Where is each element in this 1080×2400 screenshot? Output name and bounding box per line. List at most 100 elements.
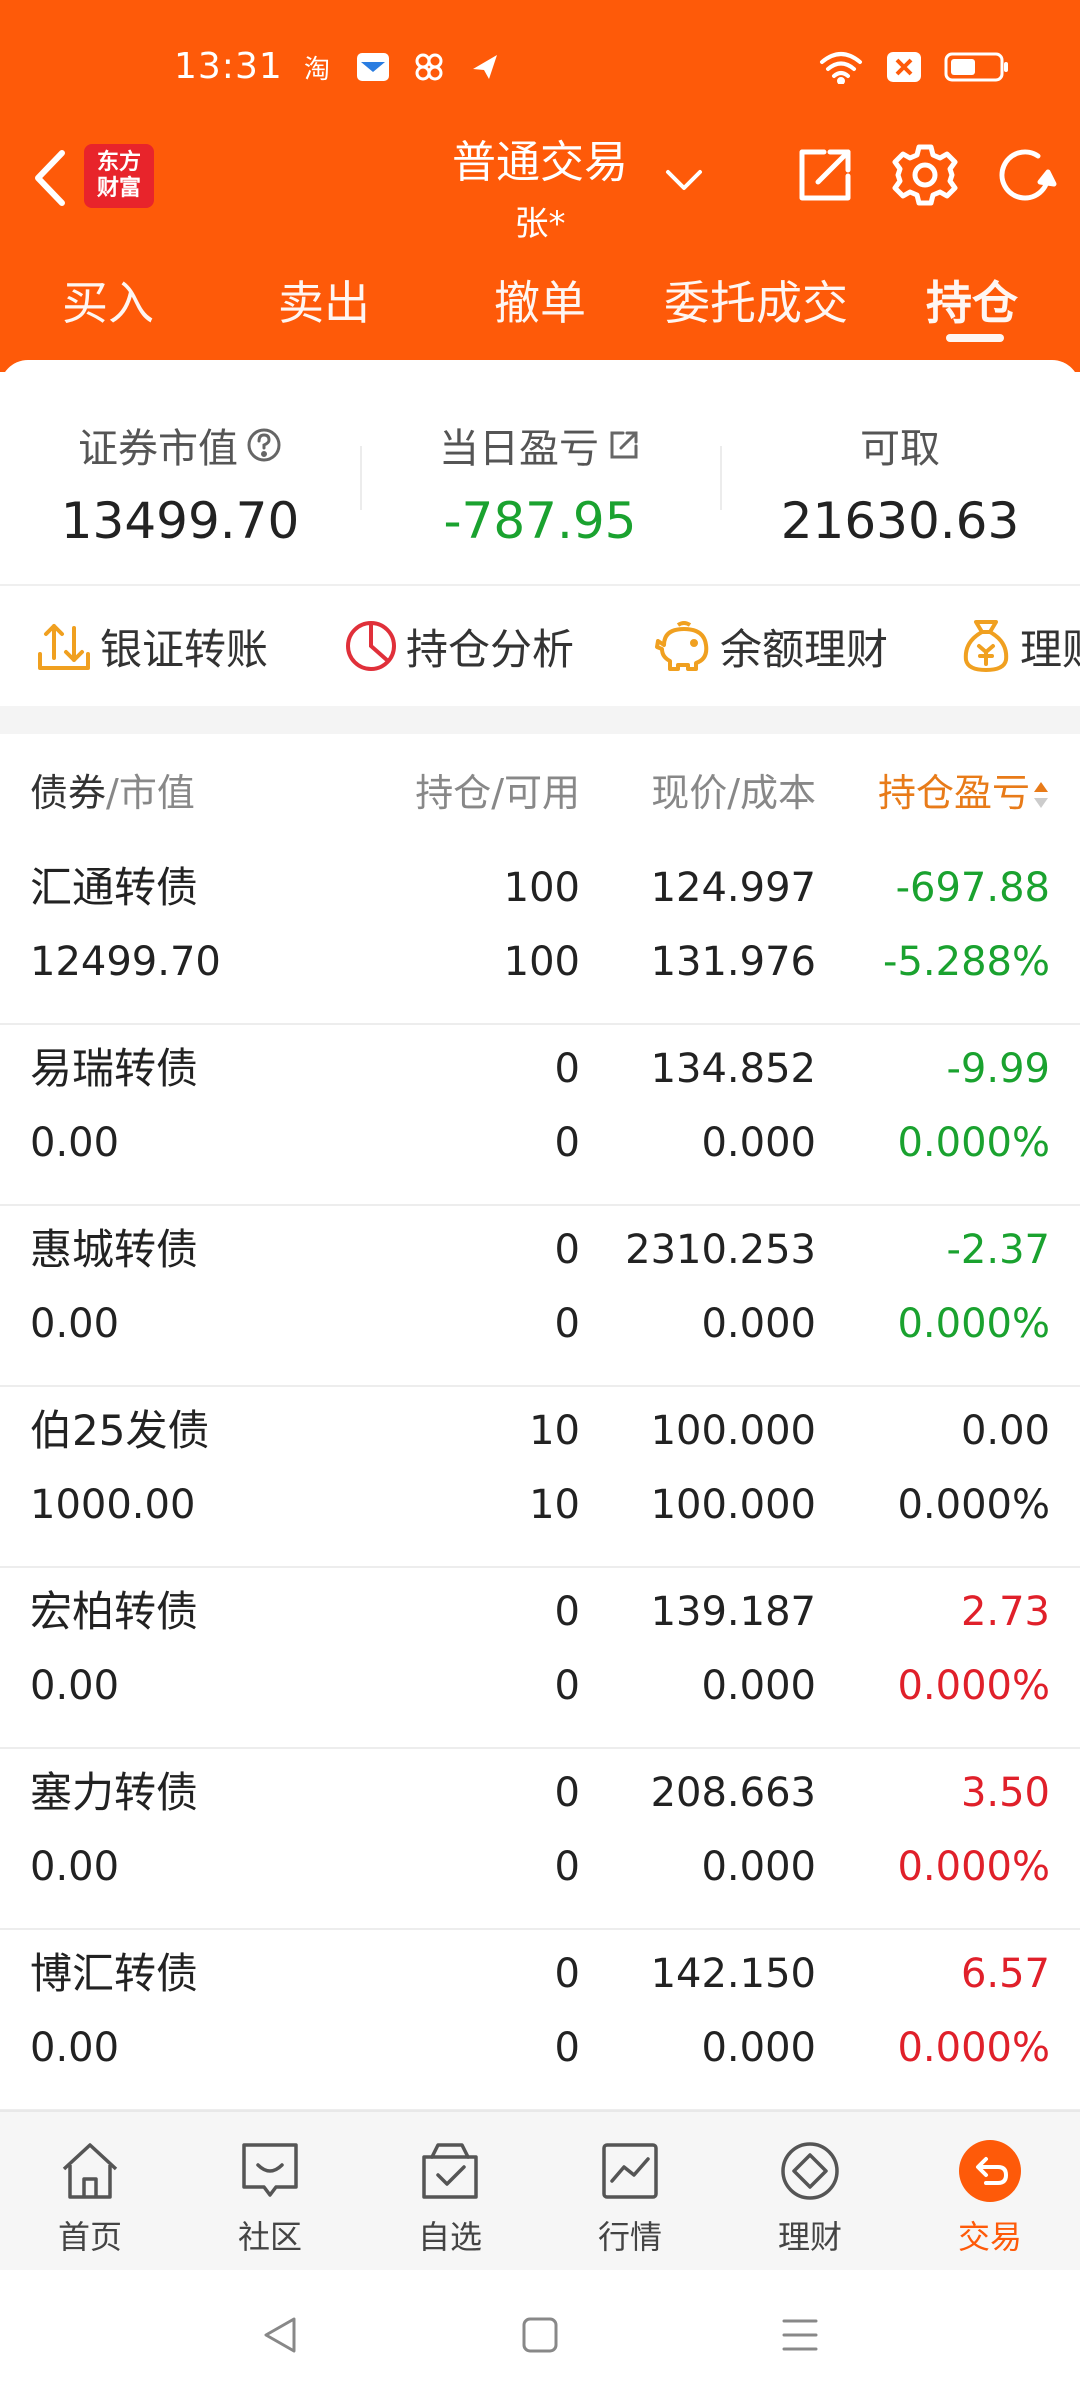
pnl-percent: -5.288% <box>883 939 1050 985</box>
nav-market[interactable]: 行情 <box>540 2112 720 2272</box>
hold-qty: 0 <box>554 1227 580 1273</box>
watchlist-icon <box>422 2143 478 2199</box>
chevron-down-icon[interactable] <box>662 158 706 202</box>
nav-wealth[interactable]: 理财 <box>720 2112 900 2272</box>
table-row[interactable]: 汇通转债 100 124.997 -697.88 12499.70 100 13… <box>0 844 1080 1025</box>
nav-home[interactable]: 首页 <box>0 2112 180 2272</box>
pnl-percent: 0.000% <box>897 1663 1050 1709</box>
bond-name: 惠城转债 <box>30 1225 199 1274</box>
nav-label: 交易 <box>957 2218 1022 2256</box>
hold-qty: 10 <box>529 1408 580 1454</box>
pnl-amount: -2.37 <box>946 1227 1051 1273</box>
table-row[interactable]: 易瑞转债 0 134.852 -9.99 0.00 0 0.000 0.000% <box>0 1025 1080 1206</box>
col-header-name[interactable]: 债券/市值 <box>30 762 195 817</box>
row-line-top: 惠城转债 0 2310.253 -2.37 <box>0 1220 1080 1280</box>
pnl-amount: -697.88 <box>895 865 1050 911</box>
bond-name: 汇通转债 <box>30 863 199 912</box>
nav-watchlist[interactable]: 自选 <box>360 2112 540 2272</box>
bond-name: 宏柏转债 <box>30 1587 199 1636</box>
system-menu-button[interactable] <box>770 2305 830 2365</box>
row-line-bottom: 0.00 0 0.000 0.000% <box>0 2018 1080 2078</box>
bank-transfer-button[interactable]: 银证转账 <box>36 586 268 706</box>
nav-trade[interactable]: 交易 <box>900 2112 1080 2272</box>
system-back-button[interactable] <box>250 2305 310 2365</box>
share-icon <box>799 149 851 201</box>
daily-pnl-label-group[interactable]: 当日盈亏 <box>360 416 720 474</box>
wifi-icon <box>818 50 864 88</box>
pnl-percent: 0.000% <box>897 1482 1050 1528</box>
share-button[interactable] <box>792 142 858 208</box>
table-row[interactable]: 惠城转债 0 2310.253 -2.37 0.00 0 0.000 0.000… <box>0 1206 1080 1387</box>
position-analysis-button[interactable]: 持仓分析 <box>344 586 574 706</box>
chevron-left-icon <box>35 150 65 206</box>
daily-pnl-value: -787.95 <box>443 492 637 550</box>
system-navigation <box>0 2270 1080 2400</box>
nav-community[interactable]: 社区 <box>180 2112 360 2272</box>
system-home-button[interactable] <box>510 2305 570 2365</box>
bond-market-value: 0.00 <box>30 1844 120 1890</box>
settings-button[interactable] <box>892 142 958 208</box>
hold-qty: 0 <box>554 1770 580 1816</box>
money-bag-icon <box>963 620 1009 672</box>
nav-actions <box>792 142 1058 208</box>
table-row[interactable]: 宏柏转债 0 139.187 2.73 0.00 0 0.000 0.000% <box>0 1568 1080 1749</box>
tab-orders[interactable]: 委托成交 <box>648 258 864 348</box>
cost-price: 0.000 <box>701 2025 816 2071</box>
table-row[interactable]: 博汇转债 0 142.150 6.57 0.00 0 0.000 0.000% <box>0 1930 1080 2111</box>
wealth-icon <box>781 2142 839 2200</box>
external-link-icon[interactable] <box>607 428 641 462</box>
col-header-position[interactable]: 持仓/可用 <box>415 762 580 817</box>
help-icon[interactable] <box>246 427 282 463</box>
tab-buy[interactable]: 买入 <box>0 258 216 348</box>
tab-positions[interactable]: 持仓 <box>864 258 1080 348</box>
account-name: 张* <box>514 204 566 244</box>
refresh-button[interactable] <box>992 142 1058 208</box>
square-home-icon <box>522 2317 558 2353</box>
current-price: 124.997 <box>650 865 816 911</box>
row-line-bottom: 0.00 0 0.000 0.000% <box>0 1294 1080 1354</box>
battery-icon <box>944 51 1010 87</box>
row-line-top: 伯25发债 10 100.000 0.00 <box>0 1401 1080 1461</box>
row-line-top: 塞力转债 0 208.663 3.50 <box>0 1763 1080 1823</box>
row-line-bottom: 0.00 0 0.000 0.000% <box>0 1837 1080 1897</box>
avail-qty: 0 <box>554 2025 580 2071</box>
withdrawable-value: 21630.63 <box>780 492 1020 550</box>
back-button[interactable] <box>18 146 82 210</box>
bottom-navigation: 首页 社区 自选 行情 理财 交易 <box>0 2110 1080 2270</box>
avail-qty: 100 <box>503 939 580 985</box>
current-price: 2310.253 <box>625 1227 816 1273</box>
col-header-price[interactable]: 现价/成本 <box>651 762 816 817</box>
nav-label: 首页 <box>57 2218 122 2256</box>
wallet-app-icon <box>356 50 390 84</box>
col-header-market-value: /市值 <box>106 770 195 815</box>
triangle-back-icon <box>264 2317 296 2353</box>
current-price: 134.852 <box>650 1046 816 1092</box>
bond-market-value: 0.00 <box>30 1301 120 1347</box>
account-summary: 证券市值 13499.70 当日盈亏 -787.95 可取 21630.63 <box>0 360 1080 584</box>
avail-qty: 0 <box>554 1301 580 1347</box>
col-header-pnl-label: 持仓盈亏 <box>877 770 1030 815</box>
bond-name: 博汇转债 <box>30 1949 199 1998</box>
row-line-top: 博汇转债 0 142.150 6.57 <box>0 1944 1080 2004</box>
logo-text-2: 财富 <box>96 176 141 201</box>
balance-wealth-button[interactable]: 余额理财 <box>654 586 888 706</box>
withdrawable-block: 可取 21630.63 <box>720 360 1080 584</box>
col-header-pnl[interactable]: 持仓盈亏 <box>878 762 1050 817</box>
row-line-bottom: 1000.00 10 100.000 0.000% <box>0 1475 1080 1535</box>
bond-name: 伯25发债 <box>30 1406 210 1455</box>
pnl-percent: 0.000% <box>897 2025 1050 2071</box>
avail-qty: 0 <box>554 1663 580 1709</box>
hold-qty: 0 <box>554 1046 580 1092</box>
tab-cancel[interactable]: 撤单 <box>432 258 648 348</box>
wealth-button[interactable]: 理财 <box>960 586 1080 706</box>
table-row[interactable]: 塞力转债 0 208.663 3.50 0.00 0 0.000 0.000% <box>0 1749 1080 1930</box>
action-label: 银证转账 <box>100 624 269 674</box>
market-value-label-group[interactable]: 证券市值 <box>0 416 360 474</box>
tab-sell[interactable]: 卖出 <box>216 258 432 348</box>
pnl-amount: -9.99 <box>946 1046 1051 1092</box>
pnl-percent: 0.000% <box>897 1301 1050 1347</box>
pnl-percent: 0.000% <box>897 1844 1050 1890</box>
table-row[interactable]: 伯25发债 10 100.000 0.00 1000.00 10 100.000… <box>0 1387 1080 1568</box>
status-time: 13:31 <box>174 46 283 87</box>
piggy-bank-icon <box>655 621 709 671</box>
